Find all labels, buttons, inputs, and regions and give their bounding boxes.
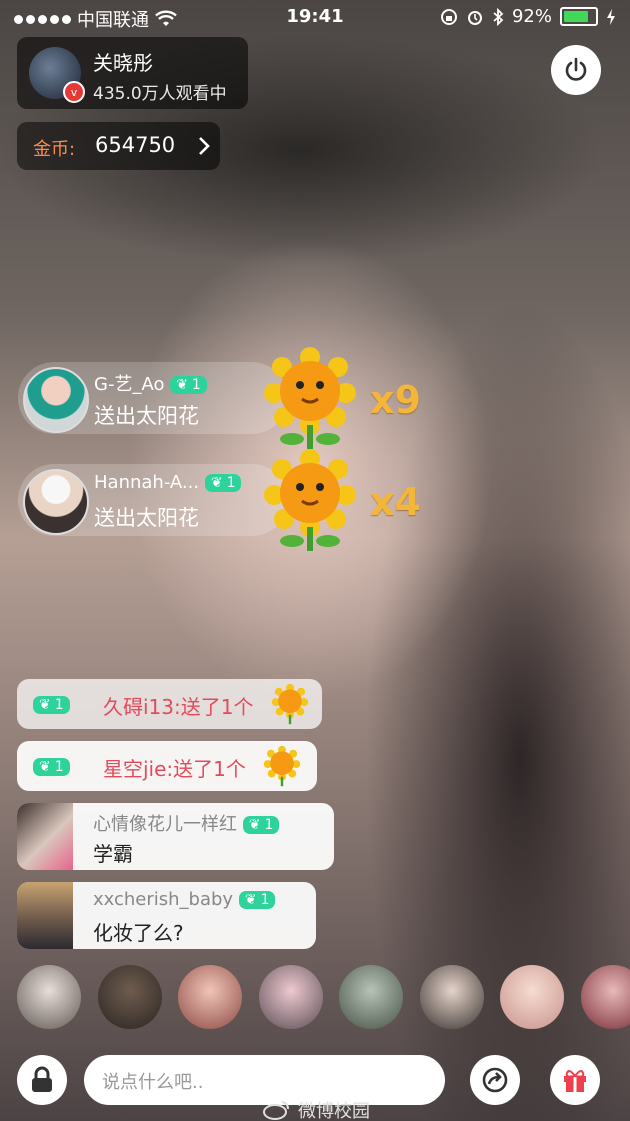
gift-chat-message: ❦ 1 星空jie:送了1个 [17, 741, 317, 791]
battery-percent: 92% [511, 6, 552, 27]
chat-message[interactable]: 心情像花儿一样红 ❦ 1 学霸 [17, 803, 334, 870]
leaf-icon: ❦ [176, 377, 188, 393]
leaf-icon: ❦ [39, 697, 51, 713]
weibo-logo-icon [263, 1101, 289, 1120]
sunflower-gift-icon [264, 449, 356, 551]
rotation-lock-icon [440, 8, 457, 25]
gift-message: 送出太阳花 [94, 506, 199, 530]
gift-chat-text: 久碍i13:送了1个 [103, 695, 254, 719]
comment-text: 化妆了么? [93, 921, 184, 945]
close-stream-button[interactable] [551, 45, 601, 95]
gift-chat-message: ❦ 1 久碍i13:送了1个 [17, 679, 322, 729]
charging-icon [607, 8, 615, 25]
send-gift-button[interactable] [550, 1055, 600, 1105]
host-info-card[interactable]: v 关晓彤 435.0万人观看中 [17, 37, 248, 109]
gift-message: 送出太阳花 [94, 404, 199, 428]
viewer-avatar[interactable] [581, 965, 630, 1029]
chevron-right-icon [199, 137, 210, 155]
status-bar: 中国联通 19:41 92% [0, 0, 630, 34]
coin-value: 654750 [95, 133, 176, 157]
commenter-avatar[interactable] [17, 803, 73, 870]
lock-icon [32, 1066, 52, 1092]
level-badge: ❦ 1 [33, 696, 70, 714]
level-badge: ❦ 1 [242, 816, 280, 834]
sender-name: Hannah-A... [94, 472, 200, 493]
bluetooth-icon [493, 7, 504, 26]
viewer-avatar[interactable] [98, 965, 162, 1029]
chat-message[interactable]: xxcherish_baby ❦ 1 化妆了么? [17, 882, 316, 949]
leaf-icon: ❦ [248, 817, 261, 833]
sender-avatar[interactable] [23, 469, 89, 535]
lock-button[interactable] [17, 1055, 67, 1105]
share-button[interactable] [470, 1055, 520, 1105]
leaf-icon: ❦ [210, 475, 223, 491]
viewer-count: 435.0万人观看中 [93, 84, 227, 104]
viewer-avatar[interactable] [339, 965, 403, 1029]
gift-notification: G-艺_Ao ❦ 1 送出太阳花 [18, 362, 288, 434]
commenter-name: 心情像花儿一样红 [93, 814, 237, 835]
alarm-icon [467, 10, 482, 25]
gift-box-icon [564, 1070, 586, 1092]
level-badge: ❦ 1 [204, 474, 242, 492]
signal-strength-icon [14, 14, 71, 24]
commenter-name: xxcherish_baby [93, 889, 234, 910]
live-stream-screen: 中国联通 19:41 92% v 关晓彤 435.0万人观看中 金币: 6547… [0, 0, 630, 1121]
share-icon [482, 1067, 508, 1093]
gift-multiplier: x4 [370, 480, 421, 524]
commenter-avatar[interactable] [17, 882, 73, 949]
level-badge: ❦ 1 [33, 758, 70, 776]
viewer-avatar[interactable] [420, 965, 484, 1029]
viewer-avatar[interactable] [259, 965, 323, 1029]
leaf-icon: ❦ [39, 759, 51, 775]
weibo-watermark: 微博校园 [262, 1097, 370, 1121]
sunflower-icon [263, 745, 301, 787]
gift-notification: Hannah-A... ❦ 1 送出太阳花 [18, 464, 288, 536]
viewer-avatar[interactable] [17, 965, 81, 1029]
leaf-icon: ❦ [244, 892, 257, 908]
sunflower-gift-icon [264, 347, 356, 449]
comment-placeholder: 说点什么吧.. [102, 1072, 204, 1093]
viewer-avatar[interactable] [500, 965, 564, 1029]
wifi-icon [155, 10, 177, 26]
verified-badge-icon: v [63, 81, 85, 103]
gift-chat-text: 星空jie:送了1个 [103, 757, 246, 781]
coin-balance-button[interactable]: 金币: 654750 [17, 122, 220, 170]
clock: 19:41 [286, 6, 344, 27]
viewer-avatar[interactable] [178, 965, 242, 1029]
level-badge: ❦ 1 [170, 376, 207, 394]
sender-name: G-艺_Ao [94, 374, 165, 395]
host-name: 关晓彤 [93, 51, 153, 75]
comment-text: 学霸 [93, 842, 133, 866]
gift-multiplier: x9 [370, 378, 421, 422]
power-icon [565, 57, 587, 81]
carrier-label: 中国联通 [77, 10, 149, 31]
level-badge: ❦ 1 [238, 891, 276, 909]
sunflower-icon [271, 683, 309, 725]
battery-icon [560, 7, 598, 26]
coin-label: 金币: [33, 139, 76, 160]
viewer-avatar-strip [17, 965, 630, 1029]
sender-avatar[interactable] [23, 367, 89, 433]
watermark-text: 微博校园 [298, 1101, 370, 1121]
